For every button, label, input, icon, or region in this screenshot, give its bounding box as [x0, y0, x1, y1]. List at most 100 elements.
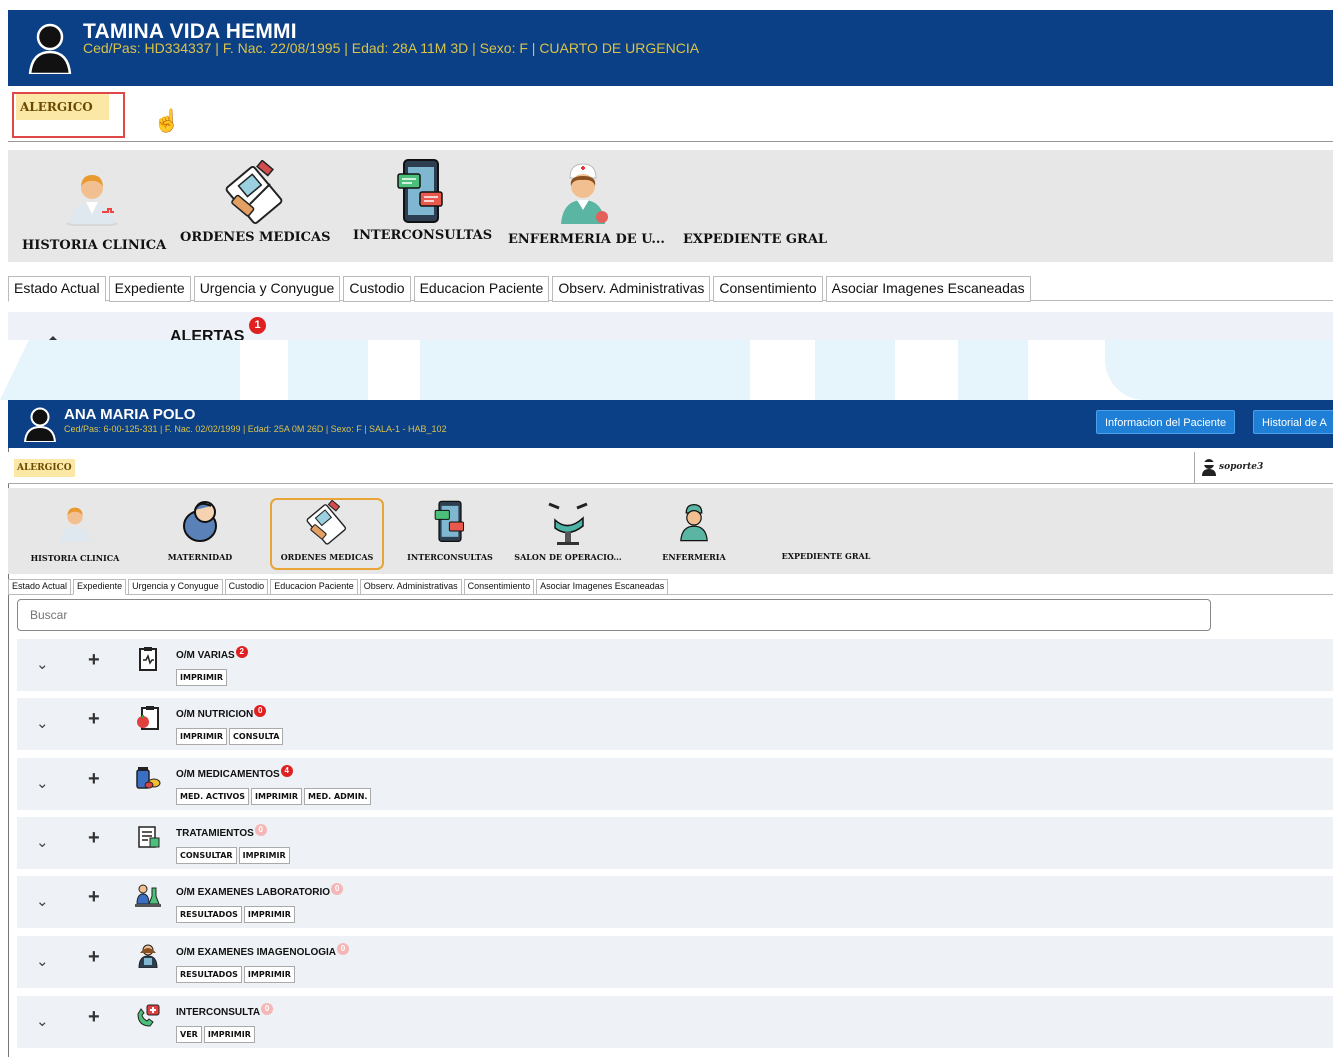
- tab-bar: Estado Actual Expediente Urgencia y Cony…: [8, 276, 1034, 302]
- tool-expediente-gral[interactable]: EXPEDIENTE GRAL: [683, 232, 827, 247]
- tab-consentimiento[interactable]: Consentimiento: [463, 579, 535, 595]
- tab-estado-actual[interactable]: Estado Actual: [8, 276, 106, 302]
- count-badge: 0: [331, 883, 344, 895]
- list-item: ⌄ + O/M NUTRICION 0 IMPRIMIR CONSULTA: [17, 698, 1333, 750]
- med-activos-button[interactable]: MED. ACTIVOS: [176, 788, 249, 805]
- allergy-badge[interactable]: ALERGICO: [16, 94, 109, 120]
- tab-consentimiento[interactable]: Consentimiento: [713, 276, 823, 302]
- tool-label: ENFERMERIA DE U...: [508, 232, 665, 247]
- tab-asociar-imagenes[interactable]: Asociar Imagenes Escaneadas: [825, 276, 1031, 302]
- add-icon[interactable]: +: [88, 708, 100, 731]
- tab-observ-administrativas[interactable]: Observ. Administrativas: [359, 579, 462, 595]
- row-title: O/M MEDICAMENTOS 4: [176, 765, 293, 780]
- count-badge: 0: [337, 943, 350, 955]
- tab-observ-administrativas[interactable]: Observ. Administrativas: [552, 276, 711, 302]
- tab-expediente[interactable]: Expediente: [73, 579, 127, 595]
- doctor-icon: [66, 175, 118, 226]
- resultados-button[interactable]: RESULTADOS: [176, 906, 242, 923]
- expand-chevron-icon[interactable]: ⌄: [36, 1012, 49, 1030]
- tab-estado-actual[interactable]: Estado Actual: [8, 579, 72, 595]
- med-admin-button[interactable]: MED. ADMIN.: [304, 788, 372, 805]
- patient-info: Ced/Pas: 6-00-125-331 | F. Nac. 02/02/19…: [64, 424, 447, 434]
- tool-interconsultas[interactable]: INTERCONSULTAS: [400, 498, 500, 562]
- imprimir-button[interactable]: IMPRIMIR: [243, 966, 295, 983]
- history-button[interactable]: Historial de A: [1253, 410, 1333, 434]
- tab-custodio[interactable]: Custodio: [343, 276, 411, 302]
- bottom-screenshot: ANA MARIA POLO Ced/Pas: 6-00-125-331 | F…: [0, 400, 1333, 1057]
- watermark-shape: [0, 340, 240, 400]
- add-icon[interactable]: +: [88, 1006, 100, 1029]
- tool-enfermeria[interactable]: ENFERMERIA: [654, 498, 734, 562]
- watermark-band: [0, 340, 1333, 400]
- list-item: ⌄ + O/M VARIAS 2 IMPRIMIR: [17, 639, 1333, 691]
- tab-urgencia-y-conyugue[interactable]: Urgencia y Conyugue: [128, 579, 223, 595]
- add-icon[interactable]: +: [88, 827, 100, 850]
- tool-interconsultas[interactable]: INTERCONSULTAS: [353, 158, 492, 243]
- tab-educacion-paciente[interactable]: Educacion Paciente: [270, 579, 358, 595]
- expand-chevron-icon[interactable]: ⌄: [36, 892, 49, 910]
- list-item: ⌄ + TRATAMIENTOS 0 CONSULTAR IMPRIMIR: [17, 817, 1333, 869]
- tool-maternidad[interactable]: MATERNIDAD: [158, 498, 242, 562]
- watermark-shape: [1105, 340, 1333, 400]
- tool-ordenes-medicas[interactable]: ORDENES MEDICAS: [180, 160, 331, 245]
- imprimir-button[interactable]: IMPRIMIR: [203, 1026, 255, 1043]
- tool-label: ORDENES MEDICAS: [180, 230, 331, 245]
- patient-info-button[interactable]: Informacion del Paciente: [1096, 410, 1236, 434]
- tool-ordenes-medicas[interactable]: ORDENES MEDICAS: [270, 500, 384, 562]
- patient-avatar-icon: [23, 407, 57, 442]
- add-icon[interactable]: +: [88, 768, 100, 791]
- treatment-icon: [138, 826, 160, 848]
- resultados-button[interactable]: RESULTADOS: [176, 966, 242, 983]
- allergy-badge[interactable]: ALERGICO: [14, 459, 75, 477]
- row-actions: RESULTADOS IMPRIMIR: [176, 966, 297, 983]
- tool-historia-clinica[interactable]: HISTORIA CLINICA: [22, 168, 167, 253]
- imprimir-button[interactable]: IMPRIMIR: [176, 669, 228, 686]
- patient-header: TAMINA VIDA HEMMI Ced/Pas: HD334337 | F.…: [8, 10, 1333, 86]
- row-title-text: O/M EXAMENES IMAGENOLOGIA: [176, 947, 337, 958]
- search-input[interactable]: [17, 599, 1211, 631]
- user-icon: [1202, 459, 1216, 476]
- row-title-text: O/M VARIAS: [176, 650, 235, 661]
- tab-educacion-paciente[interactable]: Educacion Paciente: [413, 276, 550, 302]
- tool-label: INTERCONSULTAS: [407, 552, 493, 562]
- tab-custodio[interactable]: Custodio: [224, 579, 269, 595]
- tool-expediente-gral[interactable]: EXPEDIENTE GRAL: [768, 551, 884, 561]
- row-title-text: INTERCONSULTA: [176, 1007, 261, 1018]
- tool-enfermeria-de-u[interactable]: ENFERMERIA DE U...: [508, 160, 665, 247]
- tool-label: HISTORIA CLINICA: [22, 238, 167, 253]
- module-toolbar: HISTORIA CLINICA ORDENES MEDICAS INTERCO…: [8, 150, 1333, 262]
- consulta-button[interactable]: CONSULTA: [229, 728, 284, 745]
- row-title: INTERCONSULTA 0: [176, 1003, 274, 1018]
- tool-label: EXPEDIENTE GRAL: [781, 551, 871, 561]
- imprimir-button[interactable]: IMPRIMIR: [251, 788, 303, 805]
- tool-label: ORDENES MEDICAS: [280, 552, 374, 562]
- add-icon[interactable]: +: [88, 886, 100, 909]
- imprimir-button[interactable]: IMPRIMIR: [243, 906, 295, 923]
- tab-urgencia-y-conyugue[interactable]: Urgencia y Conyugue: [193, 276, 341, 302]
- tool-historia-clinica[interactable]: HISTORIA CLINICA: [16, 502, 134, 563]
- tab-expediente[interactable]: Expediente: [108, 276, 191, 302]
- count-badge: 0: [254, 824, 267, 836]
- expand-chevron-icon[interactable]: ⌄: [36, 774, 49, 792]
- consultar-button[interactable]: CONSULTAR: [176, 847, 237, 864]
- expand-chevron-icon[interactable]: ⌄: [36, 714, 49, 732]
- watermark-shape: [420, 340, 750, 400]
- imprimir-button[interactable]: IMPRIMIR: [238, 847, 290, 864]
- expand-chevron-icon[interactable]: ⌄: [36, 952, 49, 970]
- row-actions: MED. ACTIVOS IMPRIMIR MED. ADMIN.: [176, 788, 373, 805]
- add-icon[interactable]: +: [88, 946, 100, 969]
- imprimir-button[interactable]: IMPRIMIR: [176, 728, 228, 745]
- row-title: O/M EXAMENES IMAGENOLOGIA 0: [176, 943, 350, 958]
- nurse-icon: [680, 503, 708, 542]
- add-icon[interactable]: +: [88, 649, 100, 672]
- row-title-text: O/M NUTRICION: [176, 709, 254, 720]
- tab-asociar-imagenes[interactable]: Asociar Imagenes Escaneadas: [536, 579, 669, 595]
- tool-salon-de-operacio[interactable]: SALON DE OPERACIO...: [513, 498, 623, 562]
- medical-orders-icon: [306, 500, 347, 545]
- alerts-title: ALERTAS: [170, 328, 245, 340]
- row-title-text: TRATAMIENTOS: [176, 828, 254, 839]
- expand-chevron-icon[interactable]: ⌄: [36, 833, 49, 851]
- expand-chevron-icon[interactable]: ⌄: [36, 655, 49, 673]
- user-menu[interactable]: soporte3: [1194, 452, 1333, 484]
- ver-button[interactable]: VER: [176, 1026, 202, 1043]
